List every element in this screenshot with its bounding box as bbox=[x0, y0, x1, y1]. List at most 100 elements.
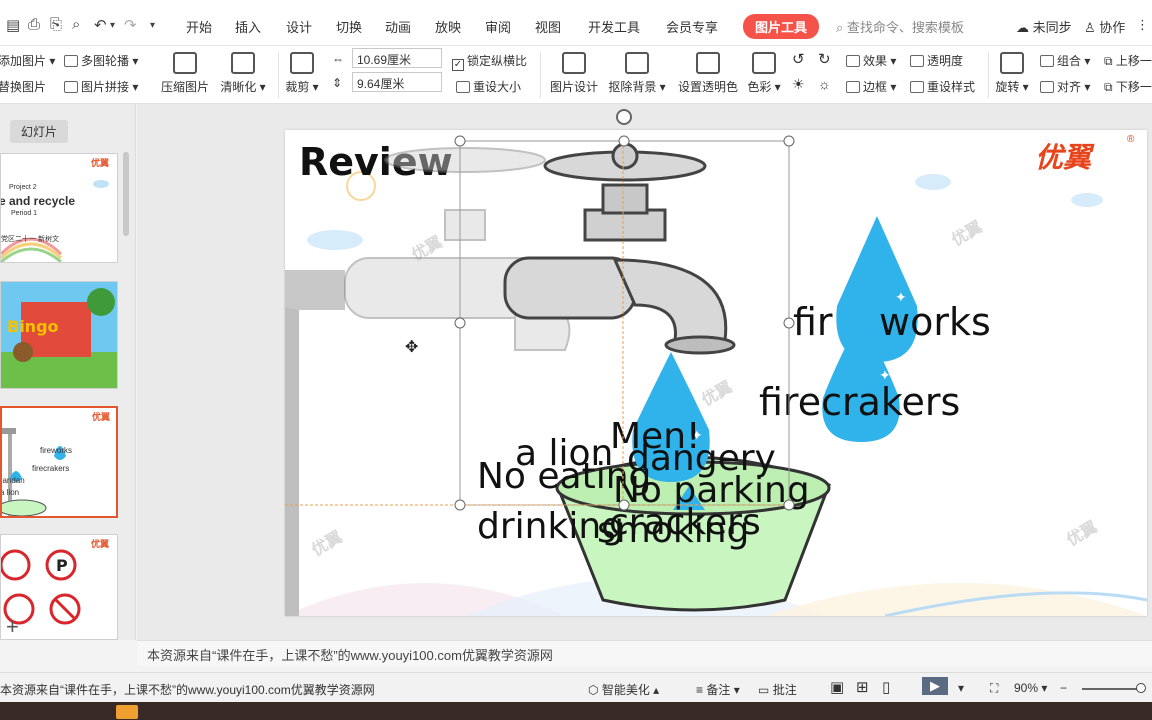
zoom-level[interactable]: 90% ▾ bbox=[1014, 681, 1047, 695]
search-placeholder: 查找命令、搜索模板 bbox=[846, 20, 964, 35]
slide-thumbnail-3[interactable]: 优翼 fireworks firecrakers dandan a lion bbox=[0, 406, 118, 518]
slide-thumbnail-2[interactable]: Bingo bbox=[0, 281, 118, 389]
align-button[interactable]: 对齐 ▾ bbox=[1040, 78, 1090, 95]
replace-image-button[interactable]: 替换图片 bbox=[0, 78, 46, 95]
width-input[interactable]: 10.69厘米 bbox=[352, 48, 442, 68]
sync-label: 未同步 bbox=[1032, 20, 1072, 35]
search-icon: ⌕ bbox=[836, 20, 844, 35]
add-image-label: 添加图片 bbox=[0, 54, 47, 68]
sharpen-button[interactable]: 清晰化 ▾ bbox=[218, 52, 268, 95]
rotate-left-icon[interactable]: ↺ bbox=[792, 50, 805, 68]
smart-beautify-button[interactable]: ⬡ 智能美化 ▴ bbox=[588, 681, 659, 698]
tab-picture-tools[interactable]: 图片工具 bbox=[743, 14, 820, 39]
align-label: 对齐 bbox=[1057, 80, 1082, 94]
play-dropdown-icon[interactable]: ▾ bbox=[958, 681, 964, 695]
notes-text: 本资源来自“课件在手，上课不愁”的www.youyi100.com优翼教学资源网 bbox=[147, 648, 553, 663]
fit-window-icon[interactable]: ⛶ bbox=[990, 681, 998, 696]
comments-button[interactable]: ▭ 批注 bbox=[758, 681, 797, 698]
tab-animation[interactable]: 动画 bbox=[385, 17, 411, 36]
normal-view-icon[interactable]: ▣ bbox=[830, 678, 844, 696]
lock-ratio-checkbox[interactable]: ✓ 锁定纵横比 bbox=[452, 52, 527, 71]
more-icon[interactable]: ⋮ bbox=[1136, 17, 1149, 33]
word-smoking[interactable]: smoking bbox=[597, 510, 749, 551]
quick-access-more-icon[interactable]: ▾ bbox=[150, 20, 155, 31]
tab-member[interactable]: 会员专享 bbox=[666, 17, 718, 36]
add-image-button[interactable]: 添加图片 ▾ bbox=[0, 52, 55, 69]
move-up-button[interactable]: ⧉ 上移一 bbox=[1104, 52, 1152, 69]
slide[interactable]: Review 优翼 ® 优翼 优翼 优翼 优翼 优翼 ✦ ✦ ✦ fir wor… bbox=[285, 130, 1147, 616]
word-fireworks-start[interactable]: fir bbox=[793, 300, 833, 344]
redo-icon[interactable]: ↷ bbox=[124, 16, 137, 34]
undo-dropdown-icon[interactable]: ▾ bbox=[110, 20, 115, 31]
word-firecrakers[interactable]: firecrakers bbox=[759, 380, 960, 424]
border-button[interactable]: 边框 ▾ bbox=[846, 78, 896, 95]
rotate-button[interactable]: 旋转 ▾ bbox=[994, 52, 1030, 95]
zoom-out-button[interactable]: − bbox=[1060, 681, 1067, 695]
tab-developer[interactable]: 开发工具 bbox=[588, 17, 640, 36]
remove-background-button[interactable]: 抠除背景 ▾ bbox=[606, 52, 668, 95]
tab-design[interactable]: 设计 bbox=[286, 17, 312, 36]
thumbnail-text: dandan bbox=[0, 476, 25, 485]
export-icon[interactable]: ⎙ bbox=[28, 16, 40, 33]
tab-transition[interactable]: 切换 bbox=[336, 17, 362, 36]
compress-image-button[interactable]: 压缩图片 bbox=[160, 52, 210, 95]
tab-home[interactable]: 开始 bbox=[186, 17, 212, 36]
reading-view-icon[interactable]: ▯ bbox=[882, 678, 890, 696]
image-collage-button[interactable]: 图片拼接 ▾ bbox=[64, 78, 138, 95]
ribbon-divider bbox=[540, 52, 541, 98]
tab-view[interactable]: 视图 bbox=[535, 17, 561, 36]
slide-thumbnail-1[interactable]: 优翼 Project 2 e and recycle Period 1 党区二十… bbox=[0, 153, 118, 263]
thumbnail-text: 党区二十一 新树文 bbox=[1, 236, 59, 243]
reset-size-label: 重设大小 bbox=[473, 80, 522, 94]
notes-toggle-button[interactable]: ≡ 备注 ▾ bbox=[696, 681, 740, 698]
sync-status[interactable]: ☁ 未同步 bbox=[1016, 17, 1072, 36]
panel-scrollbar[interactable] bbox=[123, 152, 129, 236]
slide-sorter-icon[interactable]: ⊞ bbox=[856, 678, 869, 696]
effects-label: 效果 bbox=[863, 54, 888, 68]
reset-style-button[interactable]: 重设样式 bbox=[910, 78, 975, 95]
width-icon: ⇔ bbox=[332, 52, 344, 66]
tab-review[interactable]: 审阅 bbox=[485, 17, 511, 36]
image-design-button[interactable]: 图片设计 bbox=[548, 52, 600, 95]
thumbnail-title: e and recycle bbox=[0, 194, 76, 208]
play-slideshow-button[interactable]: ▶ bbox=[922, 677, 948, 695]
preview-icon[interactable]: ⌕ bbox=[72, 16, 80, 33]
tab-insert[interactable]: 插入 bbox=[235, 17, 261, 36]
multi-carousel-button[interactable]: 多图轮播 ▾ bbox=[64, 52, 138, 69]
thumbnail-2-graphic: Bingo bbox=[1, 282, 117, 388]
thumbnail-text: a lion bbox=[0, 488, 20, 497]
height-icon: ⇕ bbox=[332, 76, 343, 90]
brightness-down-icon[interactable]: ☼ bbox=[818, 76, 831, 92]
word-fireworks-end[interactable]: works bbox=[879, 300, 991, 344]
height-input[interactable]: 9.64厘米 bbox=[352, 72, 442, 92]
undo-icon[interactable]: ↶ bbox=[94, 16, 107, 34]
print-icon[interactable]: ⎘ bbox=[50, 16, 62, 33]
collab-button[interactable]: ♙ 协作 bbox=[1084, 17, 1125, 36]
group-icon bbox=[1040, 55, 1054, 67]
save-icon[interactable]: ▤ bbox=[6, 16, 20, 34]
reset-size-button[interactable]: 重设大小 bbox=[456, 78, 521, 95]
layer-up-icon: ⧉ bbox=[1104, 54, 1113, 68]
checkmark-icon: ✓ bbox=[452, 59, 464, 71]
editing-canvas[interactable]: Review 优翼 ® 优翼 优翼 优翼 优翼 优翼 ✦ ✦ ✦ fir wor… bbox=[137, 104, 1152, 640]
add-slide-button[interactable]: + bbox=[6, 614, 19, 640]
group-button[interactable]: 组合 ▾ bbox=[1040, 52, 1090, 69]
zoom-slider-handle[interactable] bbox=[1136, 683, 1146, 693]
ribbon-divider bbox=[988, 52, 989, 98]
svg-text:P: P bbox=[56, 556, 68, 575]
notes-pane[interactable]: 本资源来自“课件在手，上课不愁”的www.youyi100.com优翼教学资源网 bbox=[137, 640, 1152, 666]
effects-button[interactable]: 效果 ▾ bbox=[846, 52, 896, 69]
command-search[interactable]: ⌕ 查找命令、搜索模板 bbox=[836, 17, 964, 36]
color-button[interactable]: 色彩 ▾ bbox=[746, 52, 782, 95]
rotate-right-icon[interactable]: ↻ bbox=[818, 50, 831, 68]
tab-slideshow[interactable]: 放映 bbox=[435, 17, 461, 36]
notes-icon: ≡ bbox=[696, 683, 704, 697]
transparency-button[interactable]: 透明度 bbox=[910, 52, 963, 69]
zoom-slider[interactable] bbox=[1082, 688, 1140, 690]
set-transparent-color-button[interactable]: 设置透明色 bbox=[676, 52, 740, 95]
crop-button[interactable]: 裁剪 ▾ bbox=[284, 52, 320, 95]
taskbar-app-icon[interactable] bbox=[116, 705, 138, 719]
brightness-up-icon[interactable]: ☀ bbox=[792, 76, 805, 93]
remove-bg-icon bbox=[625, 52, 649, 74]
move-down-button[interactable]: ⧉ 下移一 bbox=[1104, 78, 1152, 95]
